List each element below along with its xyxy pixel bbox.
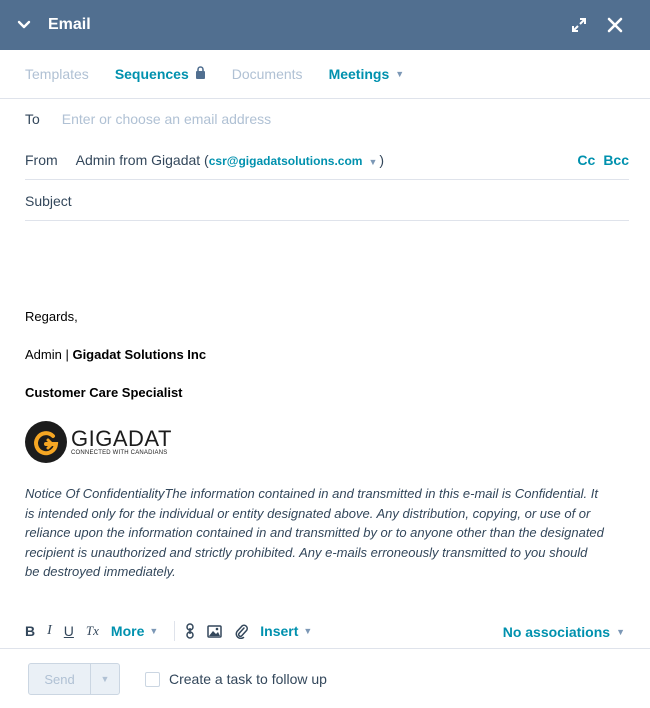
caret-down-icon: ▼: [616, 627, 625, 637]
bcc-link[interactable]: Bcc: [603, 152, 629, 168]
signature-title: Customer Care Specialist: [25, 385, 183, 400]
underline-button[interactable]: U: [64, 623, 74, 639]
caret-down-icon: ▼: [303, 626, 313, 636]
header-title: Email: [48, 16, 91, 33]
cc-link[interactable]: Cc: [577, 152, 595, 168]
tab-templates[interactable]: Templates: [25, 66, 89, 82]
clear-format-button[interactable]: Tx: [86, 623, 99, 639]
follow-up-label: Create a task to follow up: [169, 671, 327, 687]
logo-text: GIGADAT: [71, 426, 172, 451]
send-options-icon[interactable]: ▼: [91, 664, 119, 694]
toolbar-divider: [174, 621, 176, 641]
link-icon[interactable]: [185, 623, 195, 639]
follow-up-task[interactable]: Create a task to follow up: [145, 671, 327, 687]
format-toolbar: B I U Tx More ▼ Insert ▼ No associations ▼: [25, 618, 625, 644]
from-select[interactable]: Admin from Gigadat (csr@gigadatsolutions…: [76, 152, 384, 168]
from-email: csr@gigadatsolutions.com: [208, 153, 363, 168]
subject-label: Subject: [25, 192, 72, 209]
bold-button[interactable]: B: [25, 623, 35, 639]
email-footer: Send ▼ Create a task to follow up: [0, 648, 650, 708]
tab-meetings[interactable]: Meetings ▼: [329, 66, 405, 82]
more-dropdown[interactable]: More ▼: [111, 623, 158, 639]
confidentiality-notice: Notice Of ConfidentialityThe information…: [25, 486, 604, 579]
from-row: From Admin from Gigadat (csr@gigadatsolu…: [25, 140, 629, 180]
send-button-group: Send ▼: [28, 663, 120, 695]
logo-tagline: CONNECTED WITH CANADIANS: [71, 450, 168, 456]
follow-up-checkbox[interactable]: [145, 671, 160, 687]
tab-bar: Templates Sequences Documents Meetings ▼: [0, 50, 650, 99]
signature-name: Admin | Gigadat Solutions Inc: [25, 347, 207, 362]
from-label: From: [25, 151, 58, 168]
gigadat-logo: GIGADAT CONNECTED WITH CANADIANS: [25, 420, 175, 464]
email-header: Email: [0, 0, 650, 50]
caret-down-icon: ▼: [368, 156, 378, 167]
send-button[interactable]: Send: [29, 664, 91, 694]
image-icon[interactable]: [207, 624, 223, 638]
tab-documents[interactable]: Documents: [232, 66, 303, 82]
to-label: To: [25, 111, 40, 127]
to-row: To Enter or choose an email address: [25, 100, 629, 138]
lock-icon: [195, 66, 206, 82]
regards-text: Regards,: [25, 309, 78, 324]
tab-sequences[interactable]: Sequences: [115, 66, 206, 82]
associations-dropdown[interactable]: No associations ▼: [503, 624, 625, 640]
insert-dropdown[interactable]: Insert ▼: [260, 623, 312, 639]
chevron-down-icon[interactable]: [14, 15, 34, 35]
caret-down-icon: ▼: [149, 626, 159, 636]
subject-row[interactable]: Subject: [25, 181, 629, 221]
italic-button[interactable]: I: [47, 623, 52, 639]
to-input[interactable]: Enter or choose an email address: [62, 111, 271, 127]
attachment-icon[interactable]: [234, 623, 249, 639]
expand-icon[interactable]: [568, 14, 590, 36]
close-icon[interactable]: [604, 14, 626, 36]
logo-mark-icon: [25, 421, 67, 463]
caret-down-icon: ▼: [395, 69, 405, 79]
signature-company: Gigadat Solutions Inc: [72, 347, 207, 362]
